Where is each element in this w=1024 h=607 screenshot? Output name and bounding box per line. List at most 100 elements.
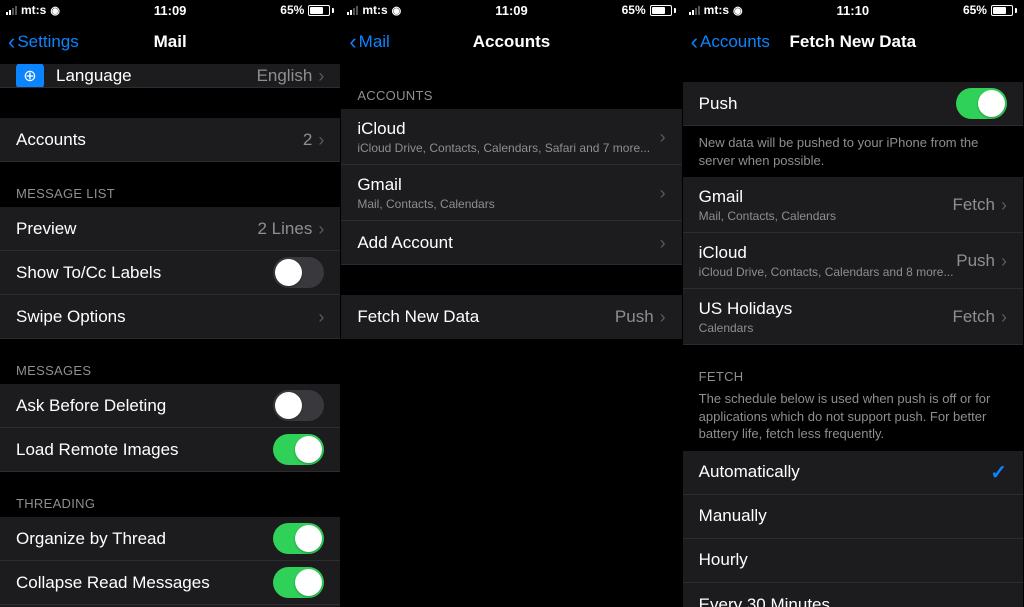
ask-before-deleting-row[interactable]: Ask Before Deleting (0, 384, 340, 428)
account-subtitle: iCloud Drive, Contacts, Calendars and 8 … (699, 265, 957, 279)
clock: 11:09 (154, 3, 187, 18)
battery-icon (650, 5, 676, 16)
page-title: Fetch New Data (790, 32, 917, 52)
load-remote-images-row[interactable]: Load Remote Images (0, 428, 340, 472)
fetch-option-manually[interactable]: Manually (683, 495, 1023, 539)
signal-icon (6, 5, 17, 15)
clock: 11:09 (495, 3, 528, 18)
carrier-label: mt:s (362, 3, 387, 17)
chevron-right-icon: › (660, 234, 666, 252)
chevron-right-icon: › (1001, 308, 1007, 326)
account-mode: Fetch (952, 307, 995, 327)
signal-icon (689, 5, 700, 15)
account-row-icloud[interactable]: iCloud iCloud Drive, Contacts, Calendars… (341, 109, 681, 165)
globe-icon: ⊕ (16, 64, 44, 88)
load-remote-toggle[interactable] (273, 434, 324, 465)
swipe-options-row[interactable]: Swipe Options › (0, 295, 340, 339)
show-tocc-toggle[interactable] (273, 257, 324, 288)
phone-mail-settings: mt:s ◉ 11:09 65% ‹ Settings Mail ⊕ Langu… (0, 0, 341, 607)
account-subtitle: Mail, Contacts, Calendars (699, 209, 953, 223)
fetch-account-gmail[interactable]: Gmail Mail, Contacts, Calendars Fetch › (683, 177, 1023, 233)
preview-row[interactable]: Preview 2 Lines › (0, 207, 340, 251)
collapse-label: Collapse Read Messages (16, 573, 210, 593)
load-remote-label: Load Remote Images (16, 440, 179, 460)
chevron-left-icon: ‹ (8, 31, 15, 53)
phone-accounts: mt:s ◉ 11:09 65% ‹ Mail Accounts ACCOUNT… (341, 0, 682, 607)
status-bar: mt:s ◉ 11:10 65% (683, 0, 1023, 20)
fetch-option-30min[interactable]: Every 30 Minutes (683, 583, 1023, 607)
chevron-right-icon: › (318, 308, 324, 326)
chevron-right-icon: › (1001, 196, 1007, 214)
fetch-value: Push (615, 307, 654, 327)
back-button[interactable]: ‹ Accounts (691, 31, 770, 53)
organize-by-thread-row[interactable]: Organize by Thread (0, 517, 340, 561)
back-label: Mail (359, 32, 390, 52)
account-title: US Holidays (699, 299, 953, 319)
option-label: Automatically (699, 462, 800, 482)
fetch-label: Fetch New Data (357, 307, 479, 327)
account-subtitle: iCloud Drive, Contacts, Calendars, Safar… (357, 141, 659, 155)
push-footer: New data will be pushed to your iPhone f… (683, 126, 1023, 177)
fetch-option-automatically[interactable]: Automatically ✓ (683, 451, 1023, 495)
back-button[interactable]: ‹ Mail (349, 31, 390, 53)
account-title: iCloud (699, 243, 957, 263)
push-toggle[interactable] (956, 88, 1007, 119)
show-tocc-label: Show To/Cc Labels (16, 263, 161, 283)
back-label: Accounts (700, 32, 770, 52)
fetch-account-usholidays[interactable]: US Holidays Calendars Fetch › (683, 289, 1023, 345)
organize-label: Organize by Thread (16, 529, 166, 549)
collapse-read-row[interactable]: Collapse Read Messages (0, 561, 340, 605)
wifi-icon: ◉ (50, 4, 60, 17)
account-subtitle: Mail, Contacts, Calendars (357, 197, 659, 211)
option-label: Hourly (699, 550, 748, 570)
section-header-accounts: ACCOUNTS (341, 64, 681, 109)
battery-icon (991, 5, 1017, 16)
accounts-row[interactable]: Accounts 2 › (0, 118, 340, 162)
carrier-label: mt:s (704, 3, 729, 17)
show-tocc-row[interactable]: Show To/Cc Labels (0, 251, 340, 295)
language-value: English (257, 66, 313, 86)
page-title: Mail (154, 32, 187, 52)
chevron-left-icon: ‹ (349, 31, 356, 53)
push-label: Push (699, 94, 738, 114)
wifi-icon: ◉ (392, 4, 402, 17)
wifi-icon: ◉ (733, 4, 743, 17)
language-row[interactable]: ⊕ Language English › (0, 64, 340, 88)
fetch-new-data-row[interactable]: Fetch New Data Push › (341, 295, 681, 339)
preview-label: Preview (16, 219, 76, 239)
add-account-row[interactable]: Add Account › (341, 221, 681, 265)
nav-bar: ‹ Settings Mail (0, 20, 340, 64)
clock: 11:10 (837, 3, 870, 18)
chevron-right-icon: › (318, 131, 324, 149)
swipe-label: Swipe Options (16, 307, 126, 327)
account-subtitle: Calendars (699, 321, 953, 335)
nav-bar: ‹ Accounts Fetch New Data (683, 20, 1023, 64)
carrier-label: mt:s (21, 3, 46, 17)
accounts-value: 2 (303, 130, 312, 150)
ask-delete-toggle[interactable] (273, 390, 324, 421)
chevron-right-icon: › (660, 184, 666, 202)
back-button[interactable]: ‹ Settings (8, 31, 79, 53)
fetch-footer: The schedule below is used when push is … (683, 390, 1023, 451)
add-account-label: Add Account (357, 233, 452, 253)
push-row[interactable]: Push (683, 82, 1023, 126)
account-row-gmail[interactable]: Gmail Mail, Contacts, Calendars › (341, 165, 681, 221)
organize-toggle[interactable] (273, 523, 324, 554)
fetch-option-hourly[interactable]: Hourly (683, 539, 1023, 583)
chevron-left-icon: ‹ (691, 31, 698, 53)
nav-bar: ‹ Mail Accounts (341, 20, 681, 64)
checkmark-icon: ✓ (990, 460, 1007, 485)
account-title: Gmail (357, 175, 659, 195)
account-mode: Push (956, 251, 995, 271)
account-title: iCloud (357, 119, 659, 139)
collapse-toggle[interactable] (273, 567, 324, 598)
status-bar: mt:s ◉ 11:09 65% (0, 0, 340, 20)
battery-percent: 65% (963, 3, 987, 17)
option-label: Every 30 Minutes (699, 595, 830, 607)
fetch-account-icloud[interactable]: iCloud iCloud Drive, Contacts, Calendars… (683, 233, 1023, 289)
chevron-right-icon: › (1001, 252, 1007, 270)
section-header-threading: THREADING (0, 472, 340, 517)
section-header-messages: MESSAGES (0, 339, 340, 384)
account-title: Gmail (699, 187, 953, 207)
ask-delete-label: Ask Before Deleting (16, 396, 166, 416)
